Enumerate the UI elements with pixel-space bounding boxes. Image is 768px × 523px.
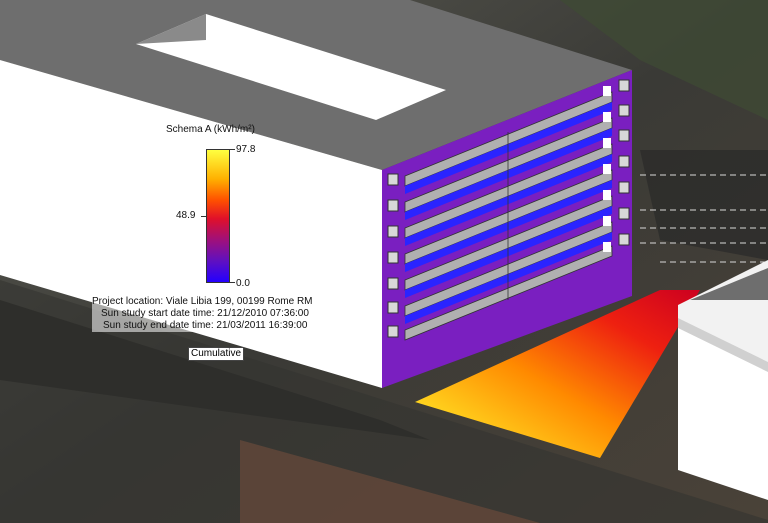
legend-tick-min: [230, 282, 235, 283]
legend-color-ramp: [206, 149, 230, 283]
sun-study-end: Sun study end date time: 21/03/2011 16:3…: [103, 320, 308, 331]
cumulative-button[interactable]: Cumulative: [188, 347, 245, 361]
legend-mid-label: 48.9: [176, 210, 196, 221]
legend-tick-mid: [201, 216, 206, 217]
project-location: Project location: Viale Libia 199, 00199…: [92, 296, 313, 307]
legend-min-label: 0.0: [236, 278, 250, 289]
sun-study-start: Sun study start date time: 21/12/2010 07…: [101, 308, 309, 319]
legend-title: Schema A (kWh/m²): [166, 124, 255, 135]
study-info-panel: Project location: Viale Libia 199, 00199…: [92, 296, 313, 332]
legend-tick-max: [230, 149, 235, 150]
scene-render: [0, 0, 768, 523]
legend-max-label: 97.8: [236, 144, 256, 155]
viewport-3d[interactable]: Schema A (kWh/m²) 97.8 48.9 0.0 Project …: [0, 0, 768, 523]
